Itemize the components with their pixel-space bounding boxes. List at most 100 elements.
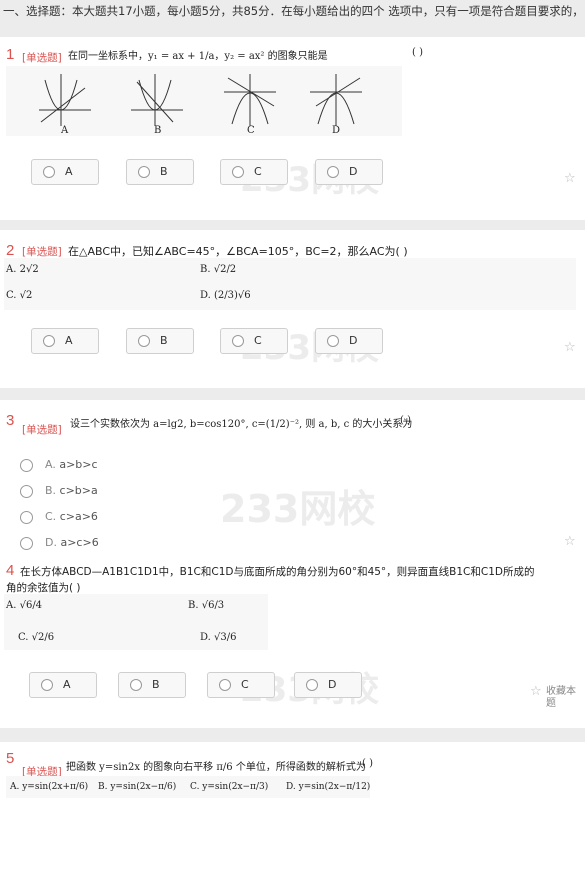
option-label: B <box>160 165 168 178</box>
option-d-button[interactable]: D <box>315 159 383 185</box>
question-number: 3 <box>6 412 15 429</box>
choice-d: D. √3/6 <box>200 632 237 643</box>
option-b-button[interactable]: B <box>118 672 186 698</box>
watermark: 233网校 <box>220 487 376 531</box>
favorite-star-icon[interactable]: ☆ <box>564 171 576 186</box>
option-a-button[interactable]: A <box>31 159 99 185</box>
option-label: B <box>160 334 168 347</box>
option-label: D <box>349 165 358 178</box>
favorite-label[interactable]: 收藏本题 <box>546 686 576 710</box>
choice-row-b[interactable]: B. c>b>a <box>20 484 98 498</box>
favorite-star-icon[interactable]: ☆ <box>564 340 576 355</box>
question-text: 设三个实数依次为 a=lg2, b=cos120°, c=(1/2)⁻², 则 … <box>70 419 413 430</box>
option-label: A <box>63 678 71 691</box>
question-number: 1 <box>6 46 15 63</box>
radio-icon[interactable] <box>130 679 142 691</box>
choice-text: c>b>a <box>59 484 98 497</box>
answer-paren: ( ) <box>400 415 411 426</box>
option-label: B <box>152 678 160 691</box>
option-c-button[interactable]: C <box>220 159 288 185</box>
question-text: 在长方体ABCD—A1B1C1D1中，B1C和C1D与底面所成的角分别为60°和… <box>20 566 535 578</box>
option-label: C <box>254 165 262 178</box>
option-label: A <box>65 165 73 178</box>
answer-paren: ( ) <box>362 758 373 769</box>
section-header: 一、选择题：本大题共17小题，每小题5分，共85分．在每小题给出的四个 选项中，… <box>0 0 585 34</box>
radio-icon[interactable] <box>138 335 150 347</box>
choice-b: B. √2/2 <box>200 264 237 275</box>
graph-label: A <box>61 125 69 136</box>
question-number: 5 <box>6 750 15 767</box>
favorite-star-icon[interactable]: ☆ <box>564 534 576 549</box>
question-text-line2: 角的余弦值为( ) <box>6 582 81 594</box>
question-type: [单选题] <box>22 424 62 436</box>
question-number: 4 <box>6 562 15 579</box>
choice-text: c>a>6 <box>59 510 98 523</box>
answer-paren: ( ) <box>412 47 423 58</box>
radio-icon[interactable] <box>20 510 33 524</box>
choice-c: C. √2 <box>6 290 33 301</box>
choice-b: B. √6/3 <box>188 600 225 611</box>
question-card-5: 5 [单选题] 把函数 y=sin2x 的图象向右平移 π/6 个单位，所得函数… <box>0 742 585 885</box>
choice-key: C. <box>45 510 57 523</box>
option-label: C <box>241 678 249 691</box>
option-b-button[interactable]: B <box>126 328 194 354</box>
question-type: [单选题] <box>22 52 62 64</box>
question-type: [单选题] <box>22 246 62 258</box>
graph-a-icon <box>39 74 91 126</box>
option-label: A <box>65 334 73 347</box>
favorite-text: 收藏本 <box>546 686 576 697</box>
radio-icon[interactable] <box>306 679 318 691</box>
radio-icon[interactable] <box>138 166 150 178</box>
option-label: D <box>349 334 358 347</box>
question-card-3: 3 [单选题] 设三个实数依次为 a=lg2, b=cos120°, c=(1/… <box>0 400 585 728</box>
radio-icon[interactable] <box>43 335 55 347</box>
choice-key: B. <box>45 484 57 497</box>
question-text: 在△ABC中，已知∠ABC=45°，∠BCA=105°，BC=2，那么AC为( … <box>68 245 408 258</box>
radio-icon[interactable] <box>20 458 33 472</box>
choice-a: A. y=sin(2x+π/6) <box>10 782 89 792</box>
option-c-button[interactable]: C <box>207 672 275 698</box>
question-card-2: 2 [单选题] 在△ABC中，已知∠ABC=45°，∠BCA=105°，BC=2… <box>0 230 585 388</box>
choice-c: C. √2/6 <box>18 632 55 643</box>
option-a-button[interactable]: A <box>29 672 97 698</box>
choice-row-a[interactable]: A. a>b>c <box>20 458 98 472</box>
choice-d: D. y=sin(2x−π/12) <box>286 782 371 792</box>
choice-row-d[interactable]: D. a>c>6 <box>20 536 99 550</box>
radio-icon[interactable] <box>327 335 339 347</box>
option-c-button[interactable]: C <box>220 328 288 354</box>
radio-icon[interactable] <box>327 166 339 178</box>
choice-a: A. 2√2 <box>6 264 39 275</box>
choice-c: C. y=sin(2x−π/3) <box>190 782 269 792</box>
graph-label: C <box>247 125 255 136</box>
option-d-button[interactable]: D <box>315 328 383 354</box>
radio-icon[interactable] <box>20 484 33 498</box>
question-text: 在同一坐标系中，y₁ = ax + 1/a，y₂ = ax² 的图象只能是 <box>68 51 328 62</box>
option-a-button[interactable]: A <box>31 328 99 354</box>
graph-c-icon <box>224 74 276 126</box>
radio-icon[interactable] <box>20 536 33 550</box>
choice-text: a>c>6 <box>60 536 99 549</box>
graph-label: B <box>154 125 162 136</box>
choice-row-c[interactable]: C. c>a>6 <box>20 510 98 524</box>
question-card-1: 1 [单选题] 在同一坐标系中，y₁ = ax + 1/a，y₂ = ax² 的… <box>0 37 585 220</box>
question-text: 把函数 y=sin2x 的图象向右平移 π/6 个单位，所得函数的解析式为 <box>66 762 366 773</box>
choice-a: A. √6/4 <box>6 600 43 611</box>
option-d-button[interactable]: D <box>294 672 362 698</box>
question-number: 2 <box>6 242 15 259</box>
choice-image <box>4 258 576 310</box>
choice-b: B. y=sin(2x−π/6) <box>98 782 177 792</box>
radio-icon[interactable] <box>41 679 53 691</box>
option-b-button[interactable]: B <box>126 159 194 185</box>
option-label: D <box>328 678 337 691</box>
choice-text: a>b>c <box>59 458 98 471</box>
radio-icon[interactable] <box>219 679 231 691</box>
radio-icon[interactable] <box>232 166 244 178</box>
favorite-star-icon[interactable]: ☆ <box>530 684 542 699</box>
choice-key: A. <box>45 458 56 471</box>
favorite-text: 题 <box>546 698 556 709</box>
choice-key: D. <box>45 536 57 549</box>
radio-icon[interactable] <box>232 335 244 347</box>
radio-icon[interactable] <box>43 166 55 178</box>
graph-b-icon <box>131 74 183 126</box>
option-label: C <box>254 334 262 347</box>
